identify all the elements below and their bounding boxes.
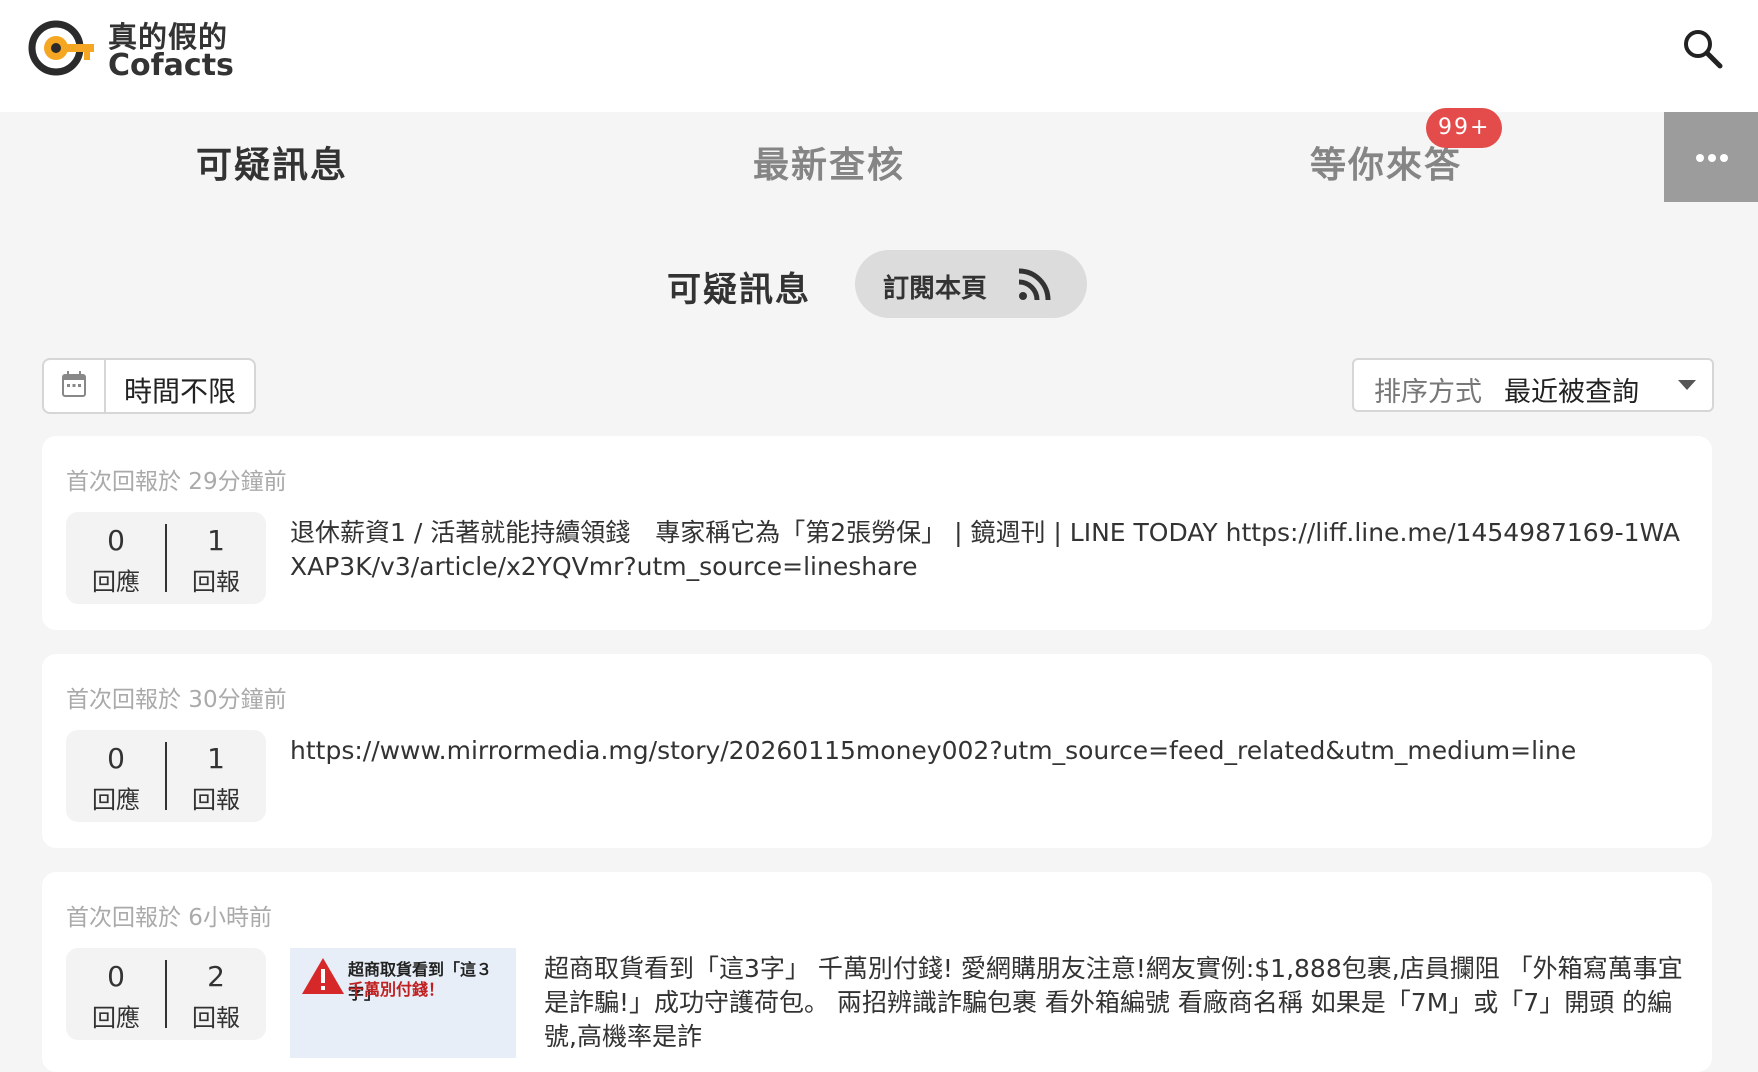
report-count-label: 回報	[192, 786, 240, 814]
thumbnail-subtitle: 千萬別付錢！	[348, 980, 445, 999]
article-card[interactable]: 首次回報於 29分鐘前 0 回應 1 回報 退休薪資1 / 活著就能持續領錢 專…	[42, 436, 1712, 630]
article-stats: 0 回應 1 回報	[66, 512, 266, 604]
first-reported-time: 首次回報於 30分鐘前	[66, 687, 287, 713]
article-card[interactable]: 首次回報於 30分鐘前 0 回應 1 回報 https://www.mirror…	[42, 654, 1712, 848]
page-title: 可疑訊息	[667, 270, 811, 310]
warning-icon	[302, 958, 344, 994]
sort-select[interactable]: 排序方式 最近被查詢	[1352, 358, 1714, 412]
more-dots-icon	[1696, 154, 1704, 162]
sort-value: 最近被查詢	[1504, 377, 1639, 408]
reply-count: 0	[107, 524, 125, 557]
sort-label: 排序方式	[1374, 377, 1482, 408]
rss-icon	[1018, 268, 1051, 301]
calendar-button[interactable]	[44, 360, 106, 412]
reply-count: 0	[107, 742, 125, 775]
chevron-down-icon	[1678, 380, 1696, 390]
more-dot	[1708, 154, 1716, 162]
tab-latest-checks[interactable]: 最新查核	[753, 136, 905, 188]
date-range-filter[interactable]: 時間不限	[42, 358, 256, 414]
subscribe-label: 訂閱本頁	[883, 274, 988, 304]
article-text[interactable]: 退休薪資1 / 活著就能持續領錢 專家稱它為「第2張勞保」 | 鏡週刊 | LI…	[290, 516, 1680, 584]
date-range-label: 時間不限	[124, 375, 237, 408]
reply-count-label: 回應	[92, 1004, 140, 1032]
more-dot	[1720, 154, 1728, 162]
reply-count: 0	[107, 960, 125, 993]
calendar-icon	[62, 371, 86, 397]
notification-badge: 99+	[1426, 108, 1503, 148]
report-count-label: 回報	[192, 1004, 240, 1032]
logo-text-en: Cofacts	[108, 48, 234, 83]
first-reported-time: 首次回報於 6小時前	[66, 905, 272, 931]
article-stats: 0 回應 2 回報	[66, 948, 266, 1040]
article-thumbnail[interactable]: 超商取貨看到「這３字」 千萬別付錢！	[290, 948, 516, 1058]
report-count: 1	[207, 742, 225, 775]
reply-count-label: 回應	[92, 786, 140, 814]
cofacts-logo-icon[interactable]	[26, 18, 98, 78]
report-count: 1	[207, 524, 225, 557]
subscribe-button[interactable]: 訂閱本頁	[855, 250, 1087, 318]
more-menu-button[interactable]	[1664, 112, 1758, 202]
tab-suspicious-messages[interactable]: 可疑訊息	[196, 136, 348, 188]
report-count: 2	[207, 960, 225, 993]
top-header: 真的假的 Cofacts	[0, 0, 1758, 112]
first-reported-time: 首次回報於 29分鐘前	[66, 469, 287, 495]
article-stats: 0 回應 1 回報	[66, 730, 266, 822]
reply-count-label: 回應	[92, 568, 140, 596]
article-card[interactable]: 首次回報於 6小時前 0 回應 2 回報 超商取貨看到「這３字」 千萬別付錢！ …	[42, 872, 1712, 1072]
search-icon[interactable]	[1680, 26, 1726, 72]
article-text[interactable]: 超商取貨看到「這3字」 千萬別付錢! 愛網購朋友注意!網友實例:$1,888包裹…	[544, 952, 1684, 1054]
report-count-label: 回報	[192, 568, 240, 596]
article-text[interactable]: https://www.mirrormedia.mg/story/2026011…	[290, 734, 1680, 768]
